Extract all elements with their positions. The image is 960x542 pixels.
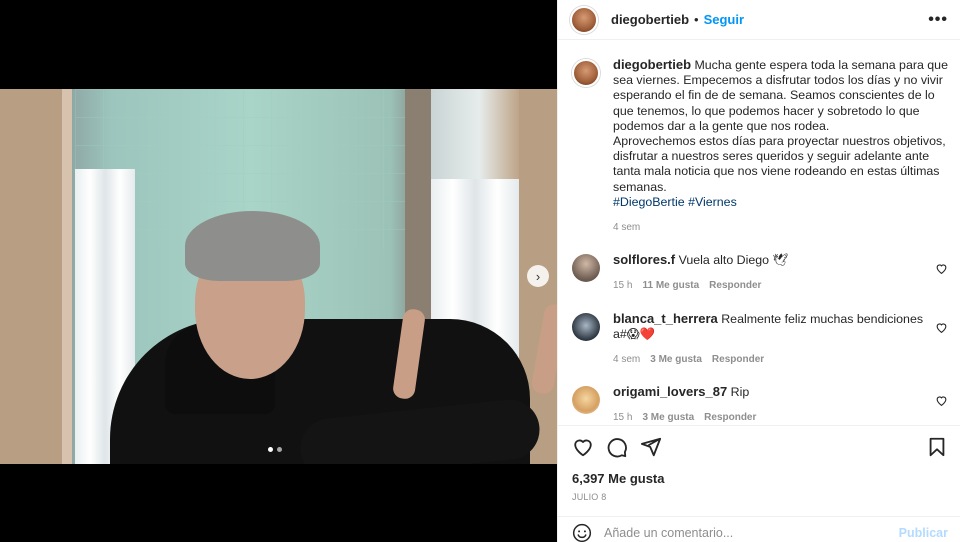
like-heart-icon[interactable] bbox=[572, 436, 594, 458]
carousel-dot bbox=[268, 447, 273, 452]
comment-username[interactable]: origami_lovers_87 bbox=[613, 384, 727, 399]
reply-button[interactable]: Responder bbox=[709, 278, 761, 293]
comment-likes[interactable]: 11 Me gusta bbox=[642, 278, 699, 293]
comment-item: solflores.f Vuela alto Diego 🕊 15 h 11 M… bbox=[572, 252, 948, 293]
bookmark-icon[interactable] bbox=[926, 436, 948, 458]
avatar[interactable] bbox=[572, 312, 600, 341]
caption-username[interactable]: diegobertieb bbox=[613, 57, 691, 72]
comment-time[interactable]: 15 h bbox=[613, 278, 632, 293]
door-edge-left bbox=[62, 89, 72, 464]
comment-username[interactable]: blanca_t_herrera bbox=[613, 311, 718, 326]
caption-text-2: Aprovechemos estos días para proyectar n… bbox=[613, 134, 946, 194]
comment-item: blanca_t_herrera Realmente feliz muchas … bbox=[572, 311, 948, 368]
emoji-icon[interactable] bbox=[572, 523, 592, 542]
hashtag-link[interactable]: #DiegoBertie bbox=[613, 195, 685, 209]
comments-list[interactable]: diegobertieb Mucha gente espera toda la … bbox=[558, 41, 960, 424]
avatar[interactable] bbox=[570, 5, 598, 34]
post-photo[interactable] bbox=[0, 89, 557, 464]
post-date[interactable]: JULIO 8 bbox=[572, 492, 606, 502]
heart-icon[interactable] bbox=[935, 321, 948, 334]
more-options-icon[interactable]: ••• bbox=[928, 11, 948, 29]
reply-button[interactable]: Responder bbox=[712, 352, 764, 367]
carousel-dot bbox=[277, 447, 282, 452]
likes-count[interactable]: 6,397 Me gusta bbox=[572, 471, 665, 486]
heart-icon[interactable] bbox=[935, 394, 948, 407]
comment-text: Rip bbox=[730, 385, 750, 400]
publish-button[interactable]: Publicar bbox=[899, 526, 948, 540]
post-side-panel: diegobertieb • Seguir ••• diegobertieb M… bbox=[557, 0, 960, 542]
caption-time[interactable]: 4 sem bbox=[613, 220, 640, 235]
person-hair bbox=[185, 211, 320, 281]
avatar[interactable] bbox=[572, 386, 600, 415]
action-bar bbox=[558, 425, 960, 469]
post-header: diegobertieb • Seguir ••• bbox=[558, 0, 960, 40]
caption: diegobertieb Mucha gente espera toda la … bbox=[572, 57, 948, 235]
comment-input[interactable] bbox=[604, 525, 899, 540]
comment-time[interactable]: 4 sem bbox=[613, 352, 640, 367]
header-username[interactable]: diegobertieb bbox=[611, 12, 689, 27]
comment-bubble-icon[interactable] bbox=[606, 436, 628, 458]
door-frame-left bbox=[0, 89, 62, 464]
share-send-icon[interactable] bbox=[640, 436, 662, 458]
chevron-right-icon: › bbox=[535, 268, 541, 284]
comment-text: Vuela alto Diego 🕊 bbox=[678, 253, 789, 268]
heart-icon[interactable] bbox=[935, 262, 948, 275]
comment-item: origami_lovers_87 Rip 15 h 3 Me gusta Re… bbox=[572, 384, 948, 424]
comment-username[interactable]: solflores.f bbox=[613, 252, 675, 267]
comment-time[interactable]: 15 h bbox=[613, 410, 632, 424]
follow-button[interactable]: Seguir bbox=[704, 12, 744, 27]
comment-likes[interactable]: 3 Me gusta bbox=[642, 410, 694, 424]
avatar[interactable] bbox=[572, 254, 600, 283]
post-media-area: › bbox=[0, 0, 557, 542]
avatar[interactable] bbox=[572, 59, 600, 87]
separator-dot: • bbox=[694, 12, 699, 27]
comment-likes[interactable]: 3 Me gusta bbox=[650, 352, 702, 367]
next-slide-button[interactable]: › bbox=[527, 265, 549, 287]
reply-button[interactable]: Responder bbox=[704, 410, 756, 424]
carousel-indicator bbox=[268, 447, 282, 452]
hashtag-link[interactable]: #Viernes bbox=[688, 195, 737, 209]
add-comment-bar: Publicar bbox=[558, 516, 960, 542]
